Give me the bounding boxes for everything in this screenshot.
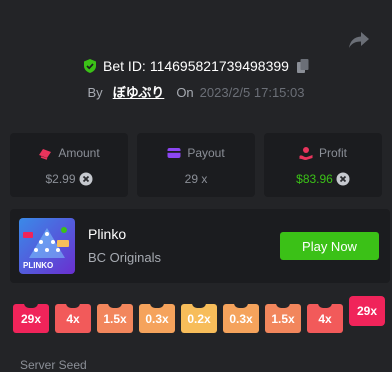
on-label: On — [176, 85, 194, 100]
slot-notch — [24, 303, 38, 308]
amount-value: $2.99 — [45, 172, 76, 186]
bet-id-label: Bet ID: — [103, 58, 146, 74]
profit-value: $83.96 — [296, 172, 333, 186]
currency-coin-icon — [336, 172, 350, 186]
game-name[interactable]: Plinko — [88, 226, 126, 242]
multiplier-slot: 4x — [307, 303, 343, 333]
multiplier-value: 0.3x — [145, 311, 169, 326]
slot-notch — [66, 303, 80, 308]
play-now-button[interactable]: Play Now — [280, 232, 379, 260]
multiplier-slot: 1.5x — [265, 303, 301, 333]
plinko-thumbnail-art: PLINKO — [19, 218, 75, 274]
multiplier-slot: 29x — [349, 296, 385, 326]
by-label: By — [87, 85, 103, 100]
currency-coin-icon — [79, 172, 93, 186]
amount-card: Amount $2.99 — [10, 133, 128, 197]
slot-notch — [276, 303, 290, 308]
slot-notch — [234, 303, 248, 308]
wallet-icon — [167, 148, 181, 158]
payout-card: Payout 29 x — [137, 133, 255, 197]
multiplier-slot: 4x — [55, 303, 91, 333]
multiplier-value: 1.5x — [103, 311, 127, 326]
bet-id-value: 114695821739498399 — [149, 58, 289, 74]
copy-icon[interactable] — [296, 59, 309, 73]
multiplier-slot: 0.3x — [139, 303, 175, 333]
game-thumbnail[interactable]: PLINKO — [19, 218, 75, 274]
multiplier-slot: 1.5x — [97, 303, 133, 333]
bet-id-row: Bet ID: 114695821739498399 — [0, 58, 392, 74]
by-row: By ぼゆぷり On 2023/2/5 17:15:03 — [0, 82, 392, 101]
slot-notch — [108, 303, 122, 308]
multiplier-slot: 0.2x — [181, 303, 217, 333]
coins-icon — [39, 149, 52, 160]
profit-card: Profit $83.96 — [264, 133, 382, 197]
multiplier-value: 0.3x — [229, 311, 253, 326]
multiplier-value: 29x — [356, 304, 378, 318]
server-seed-label: Server Seed — [20, 358, 87, 372]
slot-notch — [192, 303, 206, 308]
payout-label: Payout — [187, 146, 225, 160]
slot-notch — [150, 303, 164, 308]
multiplier-slot: 0.3x — [223, 303, 259, 333]
game-card: PLINKO Plinko BC Originals Play Now — [10, 209, 390, 283]
multiplier-value: 29x — [20, 311, 42, 326]
profit-icon — [299, 147, 313, 160]
multiplier-value: 4x — [66, 311, 80, 326]
slot-notch — [318, 303, 332, 308]
username-link[interactable]: ぼゆぷり — [113, 82, 165, 101]
game-provider: BC Originals — [88, 250, 161, 265]
payout-value: 29 x — [184, 172, 208, 186]
thumbnail-title: PLINKO — [23, 261, 53, 270]
profit-label: Profit — [318, 146, 347, 160]
multiplier-value: 0.2x — [187, 311, 211, 326]
bet-date: 2023/2/5 17:15:03 — [199, 85, 305, 100]
share-icon[interactable] — [348, 31, 370, 49]
multiplier-value: 1.5x — [271, 311, 295, 326]
multiplier-row: 29x 4x 1.5x 0.3x 0.2x 0.3x 1.5x 4x 29x — [0, 296, 392, 342]
amount-label: Amount — [58, 146, 100, 160]
multiplier-slot: 29x — [13, 303, 49, 333]
multiplier-value: 4x — [318, 311, 332, 326]
shield-check-icon — [84, 59, 97, 73]
